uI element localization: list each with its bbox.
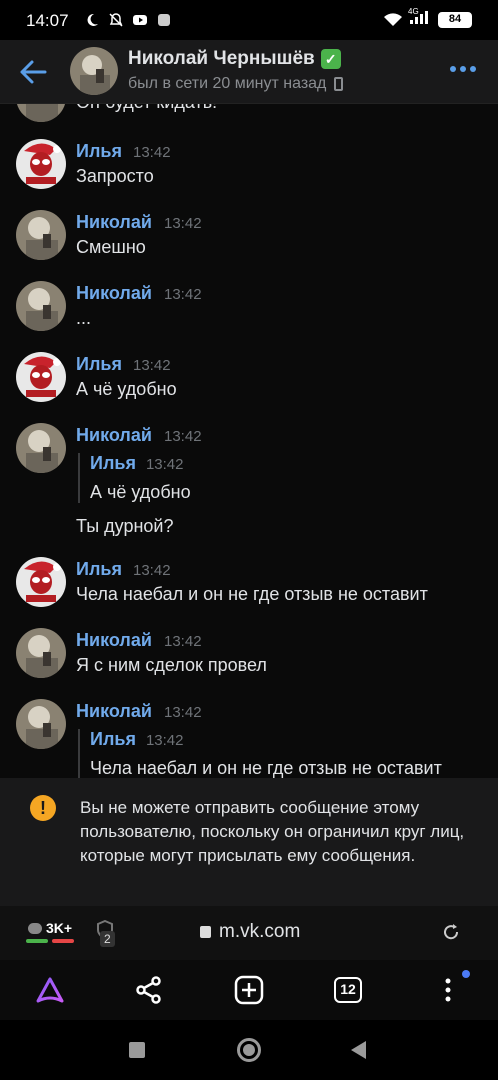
message-author[interactable]: Илья — [76, 354, 122, 375]
rating-bars — [26, 939, 74, 943]
reply-text: Чела наебал и он не где отзыв не оставит — [90, 758, 442, 778]
warning-icon: ! — [30, 795, 56, 821]
home-button[interactable] — [237, 1038, 261, 1062]
share-icon[interactable] — [133, 974, 165, 1006]
avatar[interactable] — [16, 423, 66, 473]
system-back-button[interactable] — [351, 1041, 366, 1059]
reply-author: Илья — [90, 729, 136, 749]
bell-off-icon — [109, 13, 123, 27]
notification-dot — [462, 970, 470, 978]
header-avatar[interactable] — [70, 47, 118, 95]
reply-text: А чё удобно — [90, 482, 191, 502]
reload-icon[interactable] — [442, 923, 460, 941]
shield-count: 2 — [100, 931, 115, 947]
status-right: 4G 84 — [382, 7, 472, 29]
chat-header: Николай Чернышёв ✓ был в сети 20 минут н… — [0, 40, 498, 104]
more-options-icon[interactable] — [450, 66, 476, 72]
tabs-button[interactable]: 12 — [334, 974, 366, 1006]
message-author[interactable]: Николай — [76, 283, 152, 304]
comments-count: 3K+ — [46, 920, 73, 936]
message-author[interactable]: Николай — [76, 630, 152, 651]
contact-name-text: Николай Чернышёв — [128, 48, 315, 69]
reply-author-line: Илья 13:42 — [90, 453, 191, 474]
contact-name[interactable]: Николай Чернышёв ✓ — [128, 48, 341, 70]
reply-author: Илья — [90, 453, 136, 473]
avatar[interactable] — [16, 628, 66, 678]
status-icons — [84, 12, 172, 28]
reply-time: 13:42 — [145, 732, 184, 749]
status-bar: 14:07 4G 84 — [0, 0, 498, 40]
reply-time: 13:42 — [145, 456, 184, 473]
message-text: Я с ним сделок провел — [76, 655, 267, 675]
new-tab-icon[interactable] — [233, 974, 265, 1006]
message-time: 13:42 — [133, 562, 171, 579]
alice-assistant-icon[interactable] — [34, 974, 66, 1006]
avatar[interactable] — [16, 557, 66, 607]
message-author[interactable]: Николай — [76, 425, 152, 446]
lock-icon — [200, 926, 211, 938]
message-time: 13:42 — [164, 704, 202, 721]
message-author[interactable]: Илья — [76, 559, 122, 580]
message-text: ... — [76, 308, 92, 328]
message-time: 13:42 — [133, 144, 171, 161]
avatar[interactable] — [16, 139, 66, 189]
messaging-restricted-notice: ! Вы не можете отправить сообщение этому… — [0, 778, 498, 906]
youtube-icon — [133, 15, 147, 25]
reply-author-line: Илья 13:42 — [90, 729, 442, 750]
vertical-dots-icon — [445, 978, 451, 1002]
verified-badge-icon: ✓ — [320, 49, 341, 69]
battery-indicator: 84 — [438, 11, 472, 28]
avatar[interactable] — [16, 352, 66, 402]
address-field[interactable]: m.vk.com — [200, 921, 300, 943]
avatar[interactable] — [16, 699, 66, 749]
moon-icon — [87, 13, 98, 26]
message-time: 13:42 — [164, 215, 202, 232]
avatar[interactable] — [16, 281, 66, 331]
contact-status: был в сети 20 минут назад — [128, 75, 344, 93]
avatar — [16, 104, 66, 122]
reply-quote[interactable]: Илья 13:42 Чела наебал и он не где отзыв … — [78, 729, 442, 778]
message-time: 13:42 — [164, 286, 202, 303]
message-text: Запросто — [76, 166, 154, 186]
status-time: 14:07 — [26, 11, 69, 30]
message-author[interactable]: Николай — [76, 701, 152, 722]
message-author[interactable]: Илья — [76, 141, 122, 162]
signal-group: 4G — [408, 7, 432, 29]
message-time: 13:42 — [133, 357, 171, 374]
message-text: Ты дурной? — [76, 516, 174, 536]
message-list[interactable]: Он будет кидать! Илья 13:42 Запросто Ник… — [0, 104, 498, 778]
comments-button[interactable]: 3K+ — [28, 920, 72, 936]
browser-toolbar: 12 — [0, 960, 498, 1020]
reply-quote[interactable]: Илья 13:42 А чё удобно — [78, 453, 191, 503]
browser-menu-button[interactable] — [432, 970, 470, 1006]
wifi-icon — [384, 12, 402, 26]
last-seen-text: был в сети 20 минут назад — [128, 75, 327, 92]
app-icon — [158, 14, 170, 26]
comment-bubble-icon — [28, 922, 42, 934]
message-text: Он будет кидать! — [76, 104, 217, 113]
url-text: m.vk.com — [219, 921, 301, 942]
message-text: А чё удобно — [76, 379, 177, 399]
avatar[interactable] — [16, 210, 66, 260]
message-author[interactable]: Николай — [76, 212, 152, 233]
browser-url-bar: 3K+ 2 m.vk.com — [0, 906, 498, 960]
network-label: 4G — [408, 7, 419, 16]
back-arrow-icon[interactable] — [18, 58, 48, 86]
message-time: 13:42 — [164, 428, 202, 445]
message-text: Чела наебал и он не где отзыв не оставит — [76, 584, 428, 604]
recent-apps-button[interactable] — [129, 1042, 145, 1058]
mobile-phone-icon — [334, 77, 344, 91]
message-time: 13:42 — [164, 633, 202, 650]
system-navigation-bar — [0, 1020, 498, 1080]
notice-text: Вы не можете отправить сообщение этому п… — [80, 798, 465, 865]
tabs-count: 12 — [334, 977, 362, 1003]
message-text: Смешно — [76, 237, 146, 257]
